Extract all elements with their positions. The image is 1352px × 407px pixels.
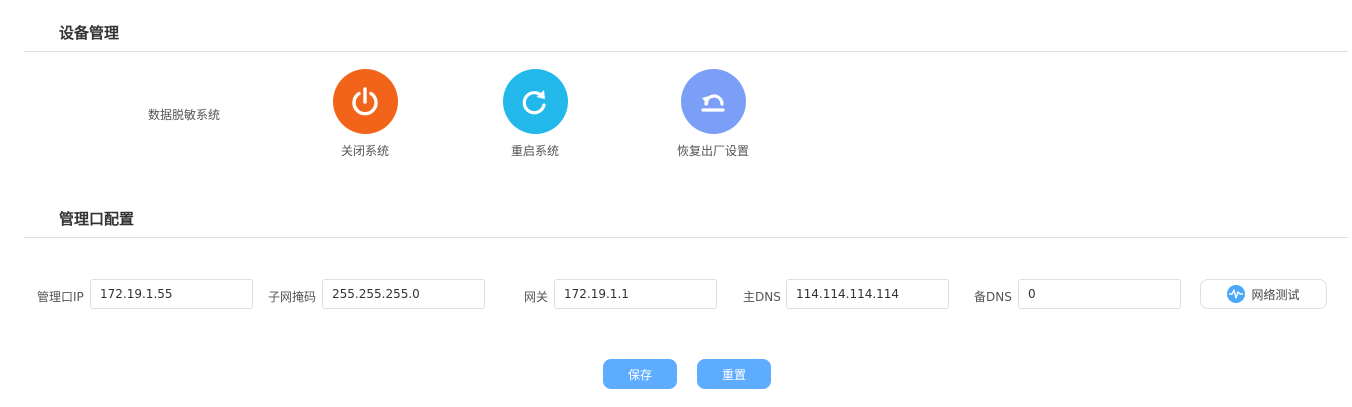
restart-label: 重启系统 bbox=[510, 144, 559, 158]
save-button[interactable]: 保存 bbox=[603, 359, 677, 389]
system-name-label: 数据脱敏系统 bbox=[148, 108, 221, 122]
dns2-label: 备DNS bbox=[974, 290, 1012, 304]
restart-system-button[interactable]: 重启系统 bbox=[475, 69, 595, 159]
network-test-label: 网络测试 bbox=[1251, 287, 1300, 302]
shutdown-system-button[interactable]: 关闭系统 bbox=[305, 69, 425, 159]
network-test-button[interactable]: 网络测试 bbox=[1200, 279, 1327, 309]
factory-reset-button[interactable]: 恢复出厂设置 bbox=[653, 69, 773, 159]
shutdown-label: 关闭系统 bbox=[340, 144, 389, 158]
factory-reset-label: 恢复出厂设置 bbox=[676, 144, 749, 158]
mask-input[interactable] bbox=[322, 279, 485, 309]
reset-button[interactable]: 重置 bbox=[697, 359, 771, 389]
device-management-title: 设备管理 bbox=[59, 24, 120, 42]
dns1-label: 主DNS bbox=[743, 290, 781, 304]
dns1-input[interactable] bbox=[786, 279, 949, 309]
dns2-input[interactable] bbox=[1018, 279, 1181, 309]
power-icon bbox=[332, 69, 398, 134]
section-divider bbox=[24, 237, 1348, 238]
ip-input[interactable] bbox=[90, 279, 253, 309]
restore-icon bbox=[680, 69, 746, 134]
mgmt-config-title: 管理口配置 bbox=[59, 210, 135, 228]
section-divider bbox=[24, 51, 1348, 52]
mask-label: 子网掩码 bbox=[268, 290, 317, 304]
gateway-input[interactable] bbox=[554, 279, 717, 309]
pulse-icon bbox=[1227, 285, 1246, 303]
restart-icon bbox=[502, 69, 568, 134]
gateway-label: 网关 bbox=[524, 290, 549, 304]
ip-label: 管理口IP bbox=[37, 290, 84, 304]
